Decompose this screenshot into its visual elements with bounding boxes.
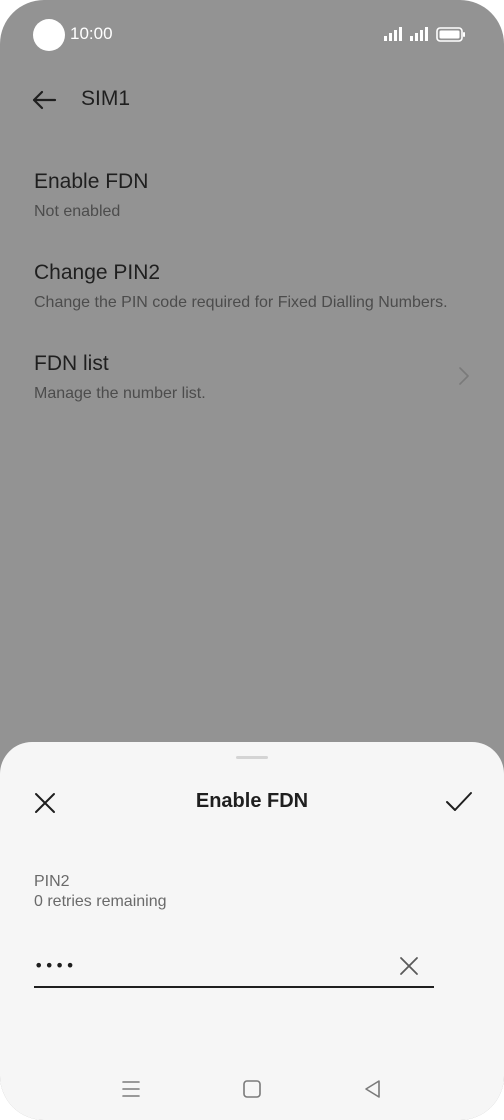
status-bar: 10:00 <box>0 0 504 68</box>
enable-fdn-sheet: Enable FDN PIN2 0 retries remaining <box>0 742 504 1120</box>
home-icon <box>243 1080 261 1098</box>
retries-remaining-text: 0 retries remaining <box>34 893 167 910</box>
confirm-button[interactable] <box>444 787 474 817</box>
check-icon <box>446 792 472 811</box>
back-arrow-icon <box>32 90 57 110</box>
pin2-input[interactable] <box>34 948 388 982</box>
page-title: SIM1 <box>81 87 131 110</box>
battery-icon <box>436 26 465 42</box>
setting-title: FDN list <box>34 352 109 375</box>
phone-screen: 10:00 SIM1 Enable FDN Not enabled Change… <box>0 0 504 1120</box>
sheet-title: Enable FDN <box>195 790 309 812</box>
sheet-drag-handle[interactable] <box>236 756 268 759</box>
nav-back-button[interactable] <box>361 1077 385 1101</box>
input-underline <box>34 986 434 988</box>
pin2-label: PIN2 <box>34 873 70 890</box>
setting-subtitle: Not enabled <box>34 203 121 220</box>
setting-change-pin2[interactable]: Change PIN2 Change the PIN code required… <box>0 251 504 321</box>
clear-input-button[interactable] <box>398 955 420 977</box>
setting-subtitle: Manage the number list. <box>34 385 206 402</box>
signal-sim2-icon <box>410 27 428 41</box>
setting-enable-fdn[interactable]: Enable FDN Not enabled <box>0 160 504 230</box>
setting-subtitle: Change the PIN code required for Fixed D… <box>34 294 448 311</box>
signal-sim1-icon <box>384 27 402 41</box>
setting-title: Enable FDN <box>34 170 149 193</box>
back-triangle-icon <box>365 1080 380 1098</box>
camera-cutout <box>33 19 65 51</box>
status-time: 10:00 <box>70 24 113 43</box>
chevron-right-icon <box>459 367 469 385</box>
back-button[interactable] <box>28 84 60 116</box>
setting-title: Change PIN2 <box>34 261 161 284</box>
nav-home-button[interactable] <box>240 1077 264 1101</box>
nav-menu-button[interactable] <box>119 1077 143 1101</box>
setting-fdn-list[interactable]: FDN list Manage the number list. <box>0 342 504 412</box>
clear-icon <box>400 957 418 975</box>
status-icons <box>384 24 466 44</box>
menu-icon <box>122 1081 140 1097</box>
